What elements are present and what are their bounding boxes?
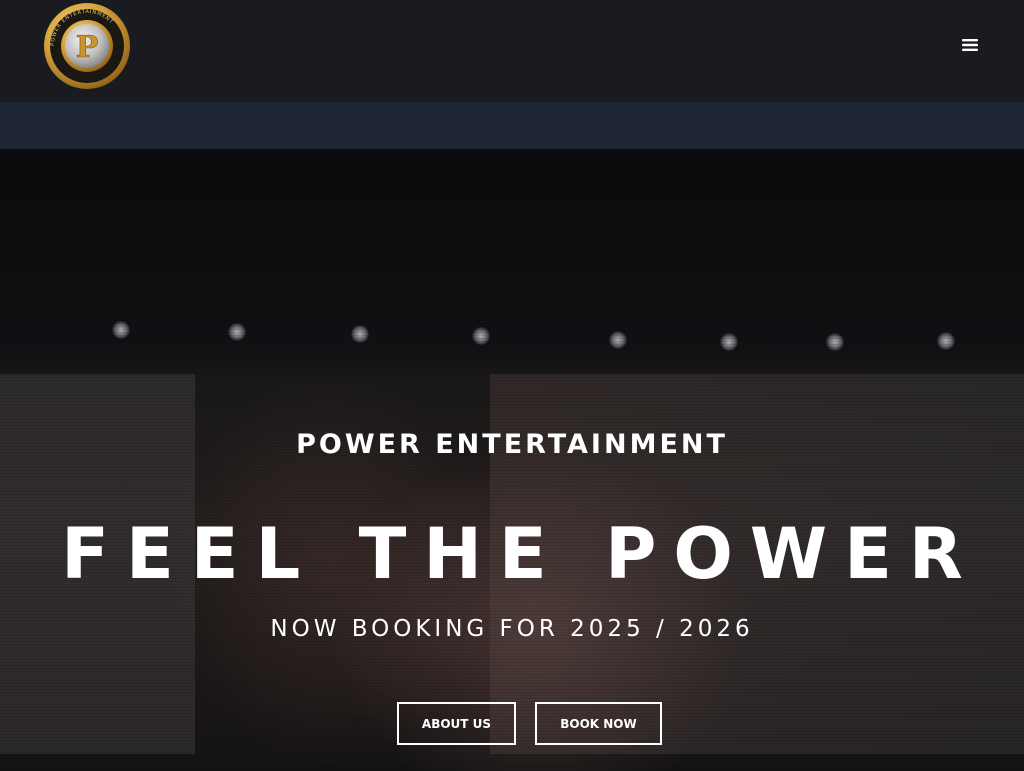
logo-emblem-icon: POWER ENTERTAINMENT P bbox=[44, 3, 130, 89]
hero-subline: NOW BOOKING FOR 2025 / 2026 bbox=[270, 616, 754, 642]
hamburger-menu-icon bbox=[962, 39, 978, 51]
about-us-button[interactable]: ABOUT US bbox=[397, 702, 516, 745]
power-entertainment-logo[interactable]: POWER ENTERTAINMENT P bbox=[43, 2, 131, 90]
svg-text:P: P bbox=[76, 30, 99, 65]
hero-banner: POWER ENTERTAINMENT FEEL THE POWER NOW B… bbox=[0, 149, 1024, 771]
hero-eyebrow: POWER ENTERTAINMENT bbox=[296, 429, 728, 460]
menu-toggle-button[interactable] bbox=[958, 33, 982, 57]
site-header: POWER ENTERTAINMENT P bbox=[0, 0, 1024, 102]
header-subbar bbox=[0, 102, 1024, 149]
hero-headline: FEEL THE POWER bbox=[61, 513, 980, 595]
book-now-button[interactable]: BOOK NOW bbox=[535, 702, 662, 745]
